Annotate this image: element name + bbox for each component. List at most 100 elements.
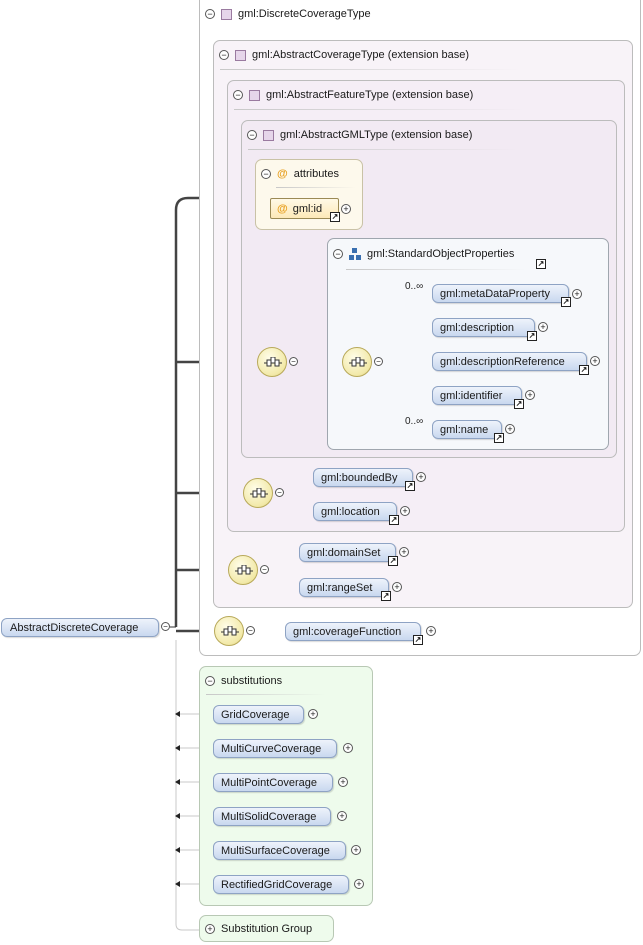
element-label: gml:metaDataProperty xyxy=(440,288,551,300)
substitution-rectifiedgridcoverage[interactable]: RectifiedGridCoverage xyxy=(213,875,349,894)
header-divider xyxy=(234,109,524,110)
gml-id-label: gml:id xyxy=(292,202,323,215)
substitution-arrow-icon xyxy=(175,881,180,887)
sequence-compositor-coverage[interactable] xyxy=(228,555,258,585)
element-gml-identifier[interactable]: gml:identifier xyxy=(432,386,522,405)
sequence-icon xyxy=(250,488,268,498)
complex-type-icon xyxy=(221,8,232,20)
expand-icon[interactable]: + xyxy=(416,472,426,482)
reference-arrow-icon: ↗ xyxy=(330,212,340,222)
collapse-toggle-icon[interactable]: − xyxy=(275,488,284,497)
expand-icon[interactable]: + xyxy=(308,709,318,719)
element-label: gml:identifier xyxy=(440,390,503,402)
header-divider xyxy=(206,694,326,695)
element-gml-description[interactable]: gml:description xyxy=(432,318,535,337)
expand-icon[interactable]: + xyxy=(538,322,548,332)
element-label: MultiCurveCoverage xyxy=(221,743,322,755)
expand-icon[interactable]: + xyxy=(354,879,364,889)
substitution-arrow-icon xyxy=(175,745,180,751)
element-label: gml:coverageFunction xyxy=(293,626,402,638)
expand-icon[interactable]: + xyxy=(572,289,582,299)
expand-toggle-icon[interactable]: + xyxy=(205,924,215,934)
expand-icon[interactable]: + xyxy=(426,626,436,636)
collapse-toggle-icon[interactable]: − xyxy=(247,130,257,140)
substitution-multisolidcoverage[interactable]: MultiSolidCoverage xyxy=(213,807,331,826)
element-label: AbstractDiscreteCoverage xyxy=(10,622,139,634)
collapse-toggle-icon[interactable]: − xyxy=(261,169,271,179)
element-gml-name[interactable]: gml:name xyxy=(432,420,502,439)
expand-icon[interactable]: + xyxy=(341,204,351,214)
header-divider xyxy=(276,187,356,188)
abstract-gml-type-label: gml:AbstractGMLType (extension base) xyxy=(280,129,473,141)
sequence-compositor-feature[interactable] xyxy=(243,478,273,508)
sequence-compositor-gml[interactable] xyxy=(257,347,287,377)
collapse-toggle-icon[interactable]: − xyxy=(246,626,255,635)
element-gml-metadataproperty[interactable]: gml:metaDataProperty xyxy=(432,284,569,303)
substitution-group-box[interactable]: + Substitution Group xyxy=(199,915,334,942)
substitution-multipointcoverage[interactable]: MultiPointCoverage xyxy=(213,773,333,792)
reference-arrow-icon: ↗ xyxy=(413,635,423,645)
expand-icon[interactable]: + xyxy=(505,424,515,434)
element-gml-descriptionreference[interactable]: gml:descriptionReference xyxy=(432,352,587,371)
substitution-gridcoverage[interactable]: GridCoverage xyxy=(213,705,304,724)
reference-arrow-icon: ↗ xyxy=(579,365,589,375)
reference-arrow-icon: ↗ xyxy=(405,481,415,491)
reference-arrow-icon: ↗ xyxy=(527,331,537,341)
substitution-multisurfacecoverage[interactable]: MultiSurfaceCoverage xyxy=(213,841,346,860)
collapse-toggle-icon[interactable]: − xyxy=(233,90,243,100)
element-gml-rangeset[interactable]: gml:rangeSet xyxy=(299,578,389,597)
substitution-multicurvecoverage[interactable]: MultiCurveCoverage xyxy=(213,739,337,758)
complex-type-icon xyxy=(249,89,260,101)
abstract-coverage-type-label: gml:AbstractCoverageType (extension base… xyxy=(252,49,470,61)
standard-object-properties-header: − gml:StandardObjectProperties xyxy=(333,246,514,262)
sequence-compositor-standard[interactable] xyxy=(342,347,372,377)
collapse-toggle-icon[interactable]: − xyxy=(205,9,215,19)
header-divider xyxy=(248,149,518,150)
element-label: gml:rangeSet xyxy=(307,582,373,594)
collapse-toggle-icon[interactable]: − xyxy=(260,565,269,574)
header-divider xyxy=(346,269,526,270)
expand-icon[interactable]: + xyxy=(392,582,402,592)
collapse-toggle-icon[interactable]: − xyxy=(219,50,229,60)
attribute-icon: @ xyxy=(277,168,288,180)
expand-icon[interactable]: + xyxy=(399,547,409,557)
expand-icon[interactable]: + xyxy=(343,743,353,753)
element-gml-boundedby[interactable]: gml:boundedBy xyxy=(313,468,413,487)
expand-icon[interactable]: + xyxy=(338,777,348,787)
collapse-toggle-icon[interactable]: − xyxy=(161,622,170,631)
abstract-feature-type-header: − gml:AbstractFeatureType (extension bas… xyxy=(233,87,473,103)
substitution-arrow-icon xyxy=(175,779,180,785)
element-label: gml:description xyxy=(440,322,514,334)
collapse-toggle-icon[interactable]: − xyxy=(333,249,343,259)
expand-icon[interactable]: + xyxy=(400,506,410,516)
element-label: MultiPointCoverage xyxy=(221,777,317,789)
substitutions-header: − substitutions xyxy=(205,673,282,689)
expand-icon[interactable]: + xyxy=(351,845,361,855)
expand-icon[interactable]: + xyxy=(337,811,347,821)
collapse-toggle-icon[interactable]: − xyxy=(205,676,215,686)
sequence-icon xyxy=(221,626,239,636)
element-label: gml:descriptionReference xyxy=(440,356,565,368)
gml-id-attribute[interactable]: @ gml:id xyxy=(270,198,339,219)
expand-icon[interactable]: + xyxy=(590,356,600,366)
element-gml-location[interactable]: gml:location xyxy=(313,502,397,521)
complex-type-icon xyxy=(235,49,246,61)
substitution-arrow-icon xyxy=(175,813,180,819)
element-label: MultiSolidCoverage xyxy=(221,811,317,823)
element-label: GridCoverage xyxy=(221,709,290,721)
element-gml-domainset[interactable]: gml:domainSet xyxy=(299,543,396,562)
attributes-header: − @ attributes xyxy=(261,166,339,182)
element-label: gml:name xyxy=(440,424,489,436)
substitution-group-label: Substitution Group xyxy=(221,923,313,935)
occurrence-label: 0..∞ xyxy=(405,416,424,427)
sequence-compositor-discrete[interactable] xyxy=(214,616,244,646)
element-gml-coveragefunction[interactable]: gml:coverageFunction xyxy=(285,622,421,641)
model-group-icon xyxy=(349,248,361,260)
collapse-toggle-icon[interactable]: − xyxy=(289,357,298,366)
discrete-coverage-type-label: gml:DiscreteCoverageType xyxy=(238,8,371,20)
collapse-toggle-icon[interactable]: − xyxy=(374,357,383,366)
sequence-icon xyxy=(349,357,367,367)
root-element-abstractdiscretecoverage[interactable]: AbstractDiscreteCoverage xyxy=(1,618,159,637)
expand-icon[interactable]: + xyxy=(525,390,535,400)
header-divider xyxy=(220,69,520,70)
